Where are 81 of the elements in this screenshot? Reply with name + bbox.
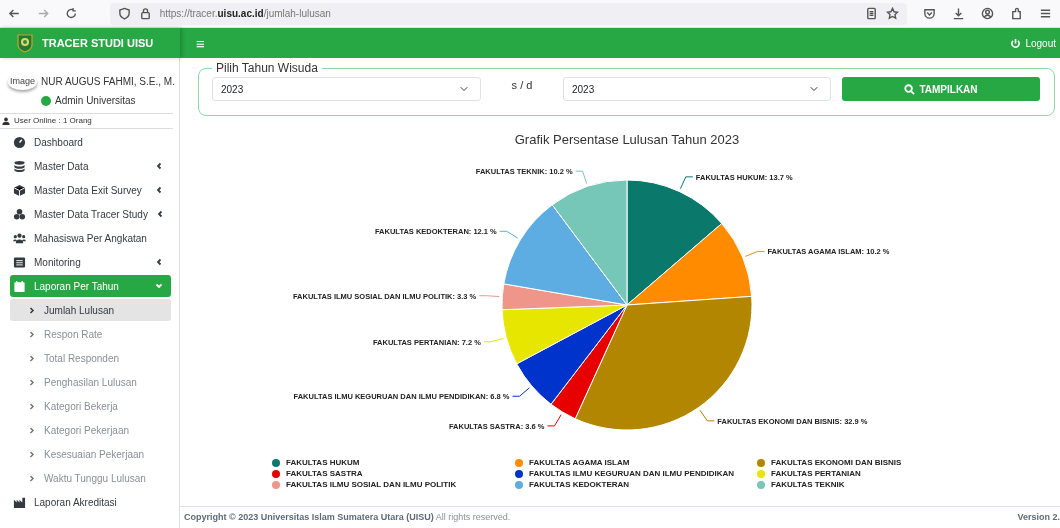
legend-label[interactable]: FAKULTAS ILMU KEGURUAN DAN ILMU PENDIDIKAN: [529, 468, 735, 479]
lock-icon: [138, 7, 152, 20]
shield-icon: [117, 7, 131, 20]
legend-label[interactable]: FAKULTAS ILMU SOSIAL DAN ILMU POLITIK: [286, 479, 457, 490]
sidebar-item[interactable]: Master Data: [10, 155, 171, 177]
legend-label[interactable]: FAKULTAS HUKUM: [286, 457, 360, 468]
account-icon[interactable]: [981, 7, 994, 20]
broken-avatar-image: Image: [8, 74, 37, 90]
user-role: Admin Universitas: [55, 94, 136, 108]
legend-dot: [757, 458, 765, 467]
download-icon[interactable]: [952, 7, 965, 20]
url-text[interactable]: https://tracer.uisu.ac.id/jumlah-lulusan: [159, 6, 331, 21]
range-separator: s / d: [510, 77, 534, 93]
end-year-select[interactable]: 2023: [563, 77, 831, 101]
legend-dot: [272, 480, 280, 489]
legend-dot: [272, 458, 280, 467]
leader-line: [575, 170, 588, 184]
leader-line: [483, 337, 504, 343]
start-year-select[interactable]: 2023: [212, 77, 481, 101]
legend-dot: [515, 480, 523, 489]
chevron-icon: [29, 330, 35, 338]
chevron-icon: [29, 306, 35, 314]
chevron-icon: [29, 354, 35, 362]
online-status-dot: [41, 95, 51, 106]
star-icon[interactable]: [886, 7, 899, 20]
filter-legend: Pilih Tahun Wisuda: [212, 62, 322, 74]
legend-dot: [272, 469, 280, 478]
chevron-icon: [29, 402, 35, 410]
legend-dot: [757, 469, 765, 478]
chevron-icon: [29, 474, 35, 482]
menu-item-icon: [13, 279, 26, 293]
leader-line: [744, 250, 765, 257]
legend-dot: [515, 469, 523, 478]
sidebar-item[interactable]: Master Data Exit Survey: [10, 179, 171, 201]
online-count: User Online : 1 Orang: [14, 115, 92, 127]
legend-label[interactable]: FAKULTAS TEKNIK: [771, 479, 845, 490]
legend-label[interactable]: FAKULTAS KEDOKTERAN: [529, 479, 630, 490]
user-icon: [2, 117, 10, 125]
chevron-icon: [29, 450, 35, 458]
leader-line: [699, 409, 715, 422]
menu-item-icon: [13, 135, 26, 149]
menu-item-icon: [13, 495, 26, 509]
chart-title: Grafik Persentase Lulusan Tahun 2023: [514, 132, 740, 147]
reader-view-icon[interactable]: [865, 7, 878, 20]
menu-item-icon: [13, 159, 26, 173]
leader-line: [478, 295, 500, 298]
sidebar-item[interactable]: Mahasiswa Per Angkatan: [10, 227, 171, 249]
legend-dot: [757, 480, 765, 489]
submenu-item[interactable]: Total Responden: [10, 347, 171, 369]
leader-line: [546, 414, 562, 427]
leader-line: [499, 230, 519, 239]
submenu-item[interactable]: Jumlah Lulusan: [10, 299, 171, 321]
legend-label[interactable]: FAKULTAS AGAMA ISLAM: [529, 457, 630, 468]
menu-item-icon: [13, 183, 26, 197]
version-text: Version 2.: [1017, 510, 1060, 524]
chevron-icon: [29, 426, 35, 434]
reload-icon[interactable]: [65, 7, 78, 20]
back-arrow-icon[interactable]: [8, 7, 21, 20]
legend-label[interactable]: FAKULTAS PERTANIAN: [771, 468, 861, 479]
search-icon: [904, 83, 916, 95]
user-name: NUR AUGUS FAHMI, S.E., M.: [41, 75, 175, 89]
sidebar-item[interactable]: Dashboard: [10, 131, 171, 153]
sidebar-item[interactable]: Laporan Akreditasi: [10, 491, 171, 513]
submenu-item[interactable]: Penghasilan Lulusan: [10, 371, 171, 393]
logo-icon: [16, 33, 34, 53]
pocket-icon[interactable]: [923, 7, 936, 20]
menu-item-icon: [13, 255, 26, 269]
legend-label[interactable]: FAKULTAS EKONOMI DAN BISNIS: [771, 457, 902, 468]
menu-item-icon: [13, 231, 26, 245]
power-icon: [1010, 37, 1022, 49]
sidebar-item[interactable]: Master Data Tracer Study: [10, 203, 171, 225]
chevron-icon: [29, 378, 35, 386]
copyright-text: Copyright © 2023 Universitas Islam Sumatera Utara (UISU) All rights reserved.: [184, 510, 511, 524]
legend-label[interactable]: FAKULTAS SASTRA: [286, 468, 363, 479]
leader-line: [679, 176, 694, 190]
leader-line: [512, 387, 530, 397]
puzzle-icon[interactable]: [1010, 7, 1023, 20]
menu-item-icon: [13, 207, 26, 221]
sidebar-item[interactable]: Monitoring: [10, 251, 171, 273]
legend-dot: [515, 458, 523, 467]
menu-icon[interactable]: [1039, 7, 1052, 20]
